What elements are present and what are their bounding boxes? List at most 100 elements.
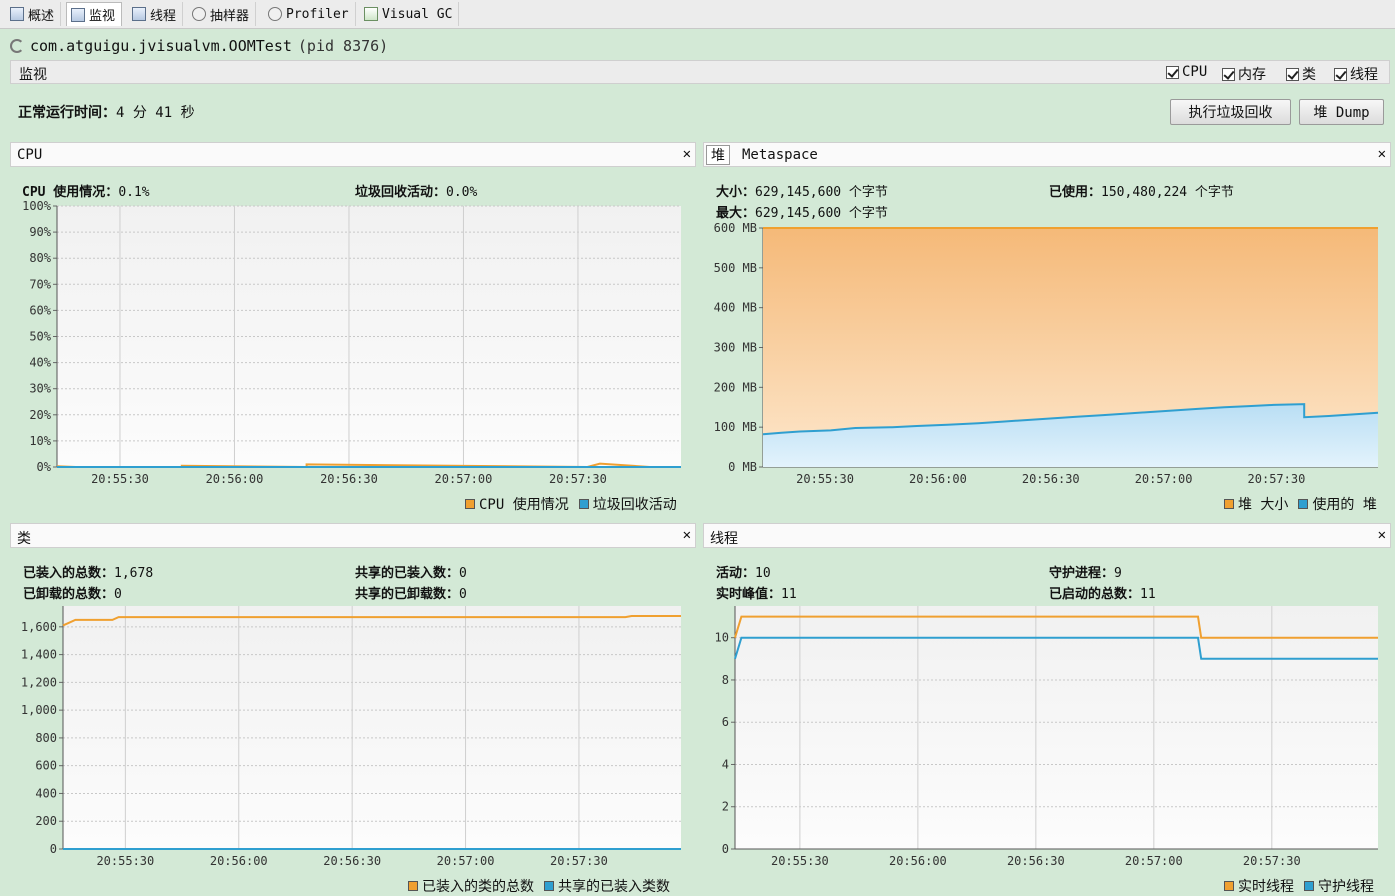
shared-loaded-label: 共享的已装入数：	[355, 566, 460, 581]
close-icon[interactable]: ✕	[683, 146, 691, 162]
cpu-panel-header: CPU ✕	[10, 142, 696, 167]
x-tick-label: 20:56:30	[320, 472, 378, 486]
legend-swatch	[465, 499, 475, 509]
shared-loaded-stat: 共享的已装入数：0	[355, 562, 467, 581]
legend-label: CPU 使用情况	[479, 497, 569, 513]
close-icon[interactable]: ✕	[1378, 527, 1386, 543]
x-tick-label: 20:56:30	[323, 854, 381, 868]
x-tick-label: 20:55:30	[96, 854, 154, 868]
heap-used-value: 150,480,224 个字节	[1101, 185, 1234, 200]
loaded-total-value: 1,678	[114, 566, 154, 581]
y-tick-label: 400 MB	[714, 301, 757, 315]
tab-profiler[interactable]: Profiler	[264, 2, 356, 26]
y-tick-label: 10%	[29, 434, 51, 448]
checkbox-check-icon	[1222, 67, 1235, 81]
heap-size-label: 大小：	[716, 185, 756, 200]
heap-used-stat: 已使用：150,480,224 个字节	[1049, 181, 1234, 200]
legend-swatch	[1224, 499, 1234, 509]
visual-gc-icon	[364, 7, 378, 21]
tab-label: Profiler	[286, 6, 349, 22]
monitor-label: 监视	[19, 67, 47, 83]
perform-gc-button[interactable]: 执行垃圾回收	[1170, 99, 1291, 125]
heap-legend: 堆 大小 使用的 堆	[1224, 494, 1377, 514]
tab-visual-gc[interactable]: Visual GC	[360, 2, 460, 26]
y-tick-label: 1,200	[21, 675, 57, 689]
checkbox-classes[interactable]: 类	[1286, 64, 1316, 84]
x-tick-label: 20:57:30	[1243, 854, 1301, 868]
heap-dump-button[interactable]: 堆 Dump	[1299, 99, 1384, 125]
app-title: com.atguigu.jvisualvm.OOMTest (pid 8376)	[10, 37, 388, 55]
y-tick-label: 500 MB	[714, 261, 757, 275]
x-tick-label: 20:57:00	[1135, 472, 1193, 486]
tab-overview[interactable]: 概述	[6, 2, 62, 26]
classes-panel-title: 类	[17, 531, 31, 547]
checkbox-cpu[interactable]: CPU	[1166, 64, 1207, 80]
checkbox-label: CPU	[1182, 64, 1208, 80]
heap-size-stat: 大小：629,145,600 个字节	[716, 181, 888, 200]
y-tick-label: 60%	[29, 303, 51, 317]
cpu-usage-label: CPU 使用情况：	[22, 185, 119, 200]
legend-label: 共享的已装入类数	[558, 879, 670, 895]
y-tick-label: 600	[35, 759, 57, 773]
tab-sampler[interactable]: 抽样器	[188, 2, 257, 26]
tab-heap[interactable]: 堆	[706, 145, 730, 165]
checkbox-check-icon	[1286, 67, 1299, 81]
tab-threads[interactable]: 线程	[128, 2, 184, 26]
tab-label: Visual GC	[382, 6, 453, 22]
y-tick-label: 10	[715, 631, 729, 645]
y-tick-label: 4	[722, 757, 729, 771]
x-tick-label: 20:56:30	[1022, 472, 1080, 486]
y-tick-label: 300 MB	[714, 341, 757, 355]
y-tick-label: 2	[722, 800, 729, 814]
checkbox-threads[interactable]: 线程	[1334, 64, 1378, 84]
legend-swatch	[1298, 499, 1309, 509]
y-tick-label: 50%	[29, 330, 51, 344]
y-tick-label: 100%	[22, 200, 52, 213]
tab-metaspace[interactable]: Metaspace	[742, 147, 818, 163]
heap-max-value: 629,145,600 个字节	[755, 206, 888, 221]
threads-legend: 实时线程 守护线程	[1224, 876, 1374, 896]
y-tick-label: 20%	[29, 408, 51, 422]
heap-max-label: 最大：	[716, 206, 756, 221]
sampler-icon	[192, 7, 206, 21]
cpu-panel-title: CPU	[17, 147, 43, 163]
heap-size-value: 629,145,600 个字节	[755, 185, 888, 200]
uptime-label: 正常运行时间：	[18, 105, 116, 121]
checkbox-label: 内存	[1238, 67, 1266, 83]
close-icon[interactable]: ✕	[683, 527, 691, 543]
close-icon[interactable]: ✕	[1378, 146, 1386, 162]
checkbox-check-icon	[1334, 67, 1347, 81]
x-tick-label: 20:56:00	[889, 854, 947, 868]
y-tick-label: 400	[35, 786, 57, 800]
plot-area	[735, 606, 1378, 849]
y-tick-label: 200 MB	[714, 380, 757, 394]
cpu-usage-stat: CPU 使用情况：0.1%	[22, 181, 150, 200]
x-tick-label: 20:55:30	[91, 472, 149, 486]
tab-label: 概述	[28, 8, 55, 24]
heap-used-label: 已使用：	[1049, 185, 1102, 200]
heap-panel-header: 堆 Metaspace ✕	[703, 142, 1391, 167]
checkbox-memory[interactable]: 内存	[1222, 64, 1266, 84]
legend-label: 堆 大小	[1238, 497, 1289, 513]
y-tick-label: 1,400	[21, 648, 57, 662]
y-tick-label: 70%	[29, 277, 51, 291]
classes-legend: 已装入的类的总数 共享的已装入类数	[408, 876, 670, 896]
x-tick-label: 20:56:00	[909, 472, 967, 486]
profiler-icon	[268, 7, 282, 21]
y-tick-label: 1,000	[21, 703, 57, 717]
y-tick-label: 0	[50, 842, 57, 856]
legend-label: 垃圾回收活动	[592, 497, 677, 513]
checkbox-label: 线程	[1350, 67, 1378, 83]
x-tick-label: 20:56:30	[1007, 854, 1065, 868]
x-tick-label: 20:56:00	[210, 854, 268, 868]
daemon-threads-stat: 守护进程：9	[1049, 562, 1122, 581]
tab-monitor[interactable]: 监视	[66, 2, 123, 26]
live-threads-stat: 活动：10	[716, 562, 771, 581]
y-tick-label: 600 MB	[714, 221, 757, 235]
gc-activity-label: 垃圾回收活动：	[355, 185, 447, 200]
daemon-threads-label: 守护进程：	[1049, 566, 1115, 581]
heap-chart: 600 MB 500 MB 400 MB 300 MB 200 MB 100 MB 0 MB…	[714, 221, 1379, 486]
heap-max-stat: 最大：629,145,600 个字节	[716, 202, 888, 221]
plot-area	[63, 606, 681, 849]
live-threads-label: 活动：	[716, 566, 756, 581]
